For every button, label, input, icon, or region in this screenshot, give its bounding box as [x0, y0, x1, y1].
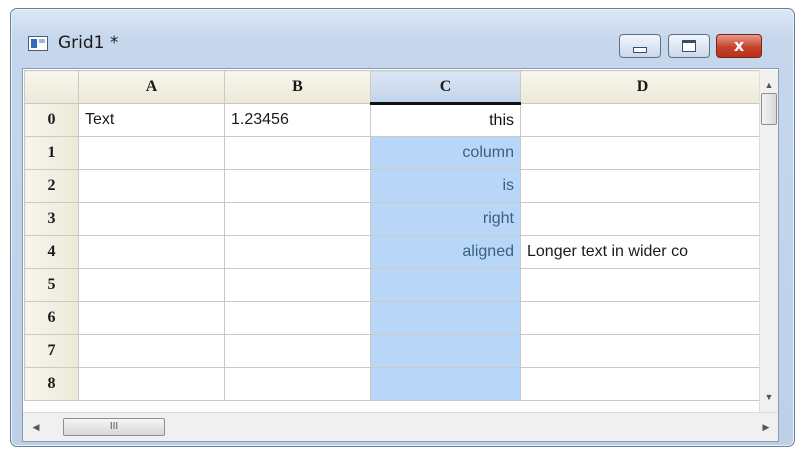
grid-cell-a[interactable] [78, 367, 225, 401]
close-button[interactable]: x [716, 34, 762, 58]
vertical-scroll-thumb[interactable] [761, 93, 777, 125]
scroll-down-icon[interactable]: ▼ [760, 388, 778, 406]
grid-cell-d[interactable] [520, 268, 765, 302]
grid-cell-b[interactable] [224, 367, 371, 401]
maximize-icon [682, 40, 696, 52]
grid-cell-c[interactable]: column [370, 136, 521, 170]
grid-cell-a[interactable] [78, 235, 225, 269]
table-row: 8 [24, 367, 765, 401]
grid-cell-c[interactable] [370, 301, 521, 335]
grid-cell-d[interactable] [520, 202, 765, 236]
row-header[interactable]: 2 [24, 169, 79, 203]
grid-cell-b[interactable] [224, 235, 371, 269]
grid-cell-c[interactable]: is [370, 169, 521, 203]
row-header[interactable]: 5 [24, 268, 79, 302]
grid-cell-a[interactable] [78, 301, 225, 335]
grid-window: Grid1 * x A B C D 0 Text 1.23456 this 1 … [10, 8, 795, 447]
table-row: 1 column [24, 136, 765, 170]
grid-cell-a[interactable] [78, 169, 225, 203]
row-header[interactable]: 7 [24, 334, 79, 368]
corner-cell[interactable] [24, 70, 79, 104]
grid-cell-d[interactable] [520, 169, 765, 203]
grid-cell-c[interactable]: aligned [370, 235, 521, 269]
table-row: 6 [24, 301, 765, 335]
table-row: 7 [24, 334, 765, 368]
maximize-button[interactable] [668, 34, 710, 58]
grid-cell-d[interactable] [520, 103, 765, 137]
row-header[interactable]: 1 [24, 136, 79, 170]
table-row: 0 Text 1.23456 this [24, 102, 765, 137]
grid-cell-b[interactable] [224, 268, 371, 302]
grid-cell-a[interactable] [78, 268, 225, 302]
data-grid: A B C D 0 Text 1.23456 this 1 column 2 is 3 right… [24, 70, 767, 412]
scroll-right-icon[interactable]: ▶ [757, 418, 775, 436]
grid-cell-b[interactable] [224, 334, 371, 368]
close-icon: x [733, 36, 745, 55]
minimize-icon [633, 47, 647, 53]
grid-cell-a[interactable] [78, 202, 225, 236]
horizontal-scroll-thumb[interactable]: III [63, 418, 165, 436]
grid-cell-b[interactable] [224, 136, 371, 170]
grid-cell-d[interactable] [520, 334, 765, 368]
table-row: 5 [24, 268, 765, 302]
row-header[interactable]: 0 [24, 103, 79, 137]
grid-cell-c[interactable] [370, 268, 521, 302]
grid-cell-d[interactable] [520, 367, 765, 401]
grid-cell-c[interactable] [370, 367, 521, 401]
grid-cell-b[interactable] [224, 169, 371, 203]
grid-cell-c[interactable]: this [370, 102, 521, 137]
grid-cell-a[interactable]: Text [78, 103, 225, 137]
grid-cell-b[interactable] [224, 202, 371, 236]
grid-client-area: A B C D 0 Text 1.23456 this 1 column 2 is 3 right… [22, 68, 779, 442]
column-header-c[interactable]: C [370, 70, 521, 104]
grid-cell-c[interactable]: right [370, 202, 521, 236]
column-header-d[interactable]: D [520, 70, 765, 104]
grid-cell-a[interactable] [78, 334, 225, 368]
scroll-left-icon[interactable]: ◀ [27, 418, 45, 436]
table-row: 2 is [24, 169, 765, 203]
minimize-button[interactable] [619, 34, 661, 58]
table-row: 4 aligned Longer text in wider co [24, 235, 765, 269]
row-header[interactable]: 8 [24, 367, 79, 401]
grid-cell-d[interactable] [520, 301, 765, 335]
column-header-b[interactable]: B [224, 70, 371, 104]
grid-cell-b[interactable]: 1.23456 [224, 103, 371, 137]
scroll-up-icon[interactable]: ▲ [760, 76, 778, 94]
grid-cell-a[interactable] [78, 136, 225, 170]
grid-cell-c[interactable] [370, 334, 521, 368]
column-header-a[interactable]: A [78, 70, 225, 104]
table-row: 3 right [24, 202, 765, 236]
grid-cell-d[interactable]: Longer text in wider co [520, 235, 765, 269]
title-bar[interactable]: Grid1 * x [11, 9, 794, 69]
horizontal-scrollbar[interactable]: ◀ III ▶ [23, 412, 778, 441]
grid-table: A B C D 0 Text 1.23456 this 1 column 2 is 3 right… [24, 70, 765, 401]
vertical-scrollbar[interactable]: ▲ ▼ [759, 70, 778, 412]
column-header-row: A B C D [24, 70, 765, 104]
grid-cell-b[interactable] [224, 301, 371, 335]
row-header[interactable]: 6 [24, 301, 79, 335]
row-header[interactable]: 3 [24, 202, 79, 236]
grid-app-icon[interactable] [28, 36, 48, 51]
row-header[interactable]: 4 [24, 235, 79, 269]
window-title: Grid1 * [58, 33, 119, 53]
grid-cell-d[interactable] [520, 136, 765, 170]
